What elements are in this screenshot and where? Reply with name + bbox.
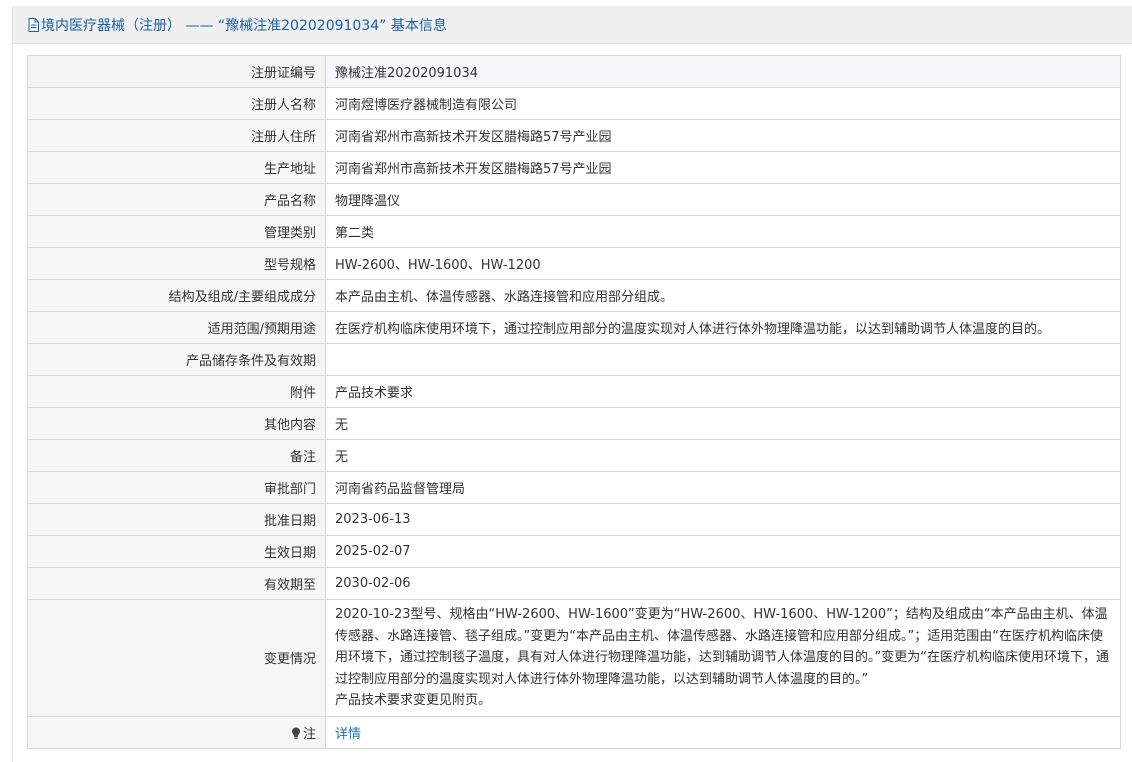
row-label: 变更情况 [27,599,326,717]
row-label: 备注 [27,439,326,472]
detail-panel: 境内医疗器械（注册） —— “豫械注准20202091034” 基本信息 注册证… [12,6,1132,762]
row-value: 河南省郑州市高新技术开发区腊梅路57号产业园 [325,151,1121,184]
table-row: 注册人住所 河南省郑州市高新技术开发区腊梅路57号产业园 [27,119,1121,152]
footnote-row: 注 详情 [27,715,1121,749]
page-title: 境内医疗器械（注册） —— “豫械注准20202091034” 基本信息 [41,17,447,34]
row-value [325,343,1121,376]
row-label: 批准日期 [27,503,326,536]
row-label: 附件 [27,375,326,408]
row-value: 第二类 [325,215,1121,248]
row-value: 2030-02-06 [325,567,1121,600]
row-label: 注册人名称 [27,87,326,120]
row-value: 物理降温仪 [325,183,1121,216]
footnote-value: 详情 [325,715,1121,749]
row-value: 无 [325,407,1121,440]
row-label: 注册证编号 [27,55,326,88]
row-label: 型号规格 [27,247,326,280]
table-row: 注册证编号 豫械注准20202091034 [27,55,1121,88]
row-label: 适用范围/预期用途 [27,311,326,344]
table-row: 型号规格 HW-2600、HW-1600、HW-1200 [27,247,1121,280]
footnote-label-text: 注 [302,726,316,742]
details-link[interactable]: 详情 [335,727,361,742]
row-label: 产品名称 [27,183,326,216]
row-label: 结构及组成/主要组成成分 [27,279,326,312]
row-value: 本产品由主机、体温传感器、水路连接管和应用部分组成。 [325,279,1121,312]
row-value: HW-2600、HW-1600、HW-1200 [325,247,1121,280]
change-history-note: 产品技术要求变更见附页。 [335,693,492,708]
row-value: 2023-06-13 [325,503,1121,536]
row-label: 生产地址 [27,151,326,184]
info-table: 注册证编号 豫械注准20202091034 注册人名称 河南煜博医疗器械制造有限… [27,55,1121,749]
table-row: 生产地址 河南省郑州市高新技术开发区腊梅路57号产业园 [27,151,1121,184]
table-row: 产品名称 物理降温仪 [27,183,1121,216]
change-history-row: 变更情况 2020-10-23型号、规格由“HW-2600、HW-1600”变更… [27,599,1121,717]
document-icon [28,17,39,32]
lightbulb-icon [291,727,300,739]
row-label: 审批部门 [27,471,326,504]
row-value: 产品技术要求 [325,375,1121,408]
row-label: 其他内容 [27,407,326,440]
change-history-text: 2020-10-23型号、规格由“HW-2600、HW-1600”变更为“HW-… [335,607,1109,687]
row-label: 产品储存条件及有效期 [27,343,326,376]
table-row: 附件 产品技术要求 [27,375,1121,408]
row-value: 河南省郑州市高新技术开发区腊梅路57号产业园 [325,119,1121,152]
table-row: 注册人名称 河南煜博医疗器械制造有限公司 [27,87,1121,120]
row-value: 河南省药品监督管理局 [325,471,1121,504]
row-value: 2025-02-07 [325,535,1121,568]
table-row: 批准日期 2023-06-13 [27,503,1121,536]
row-value: 在医疗机构临床使用环境下，通过控制应用部分的温度实现对人体进行体外物理降温功能，… [325,311,1121,344]
row-value: 豫械注准20202091034 [325,55,1121,88]
table-row: 审批部门 河南省药品监督管理局 [27,471,1121,504]
panel-header: 境内医疗器械（注册） —— “豫械注准20202091034” 基本信息 [13,6,1132,44]
table-row: 生效日期 2025-02-07 [27,535,1121,568]
row-label: 管理类别 [27,215,326,248]
change-history-value: 2020-10-23型号、规格由“HW-2600、HW-1600”变更为“HW-… [325,599,1121,717]
table-row: 适用范围/预期用途 在医疗机构临床使用环境下，通过控制应用部分的温度实现对人体进… [27,311,1121,344]
row-label: 注册人住所 [27,119,326,152]
row-value: 河南煜博医疗器械制造有限公司 [325,87,1121,120]
table-row: 产品储存条件及有效期 [27,343,1121,376]
table-row: 有效期至 2030-02-06 [27,567,1121,600]
table-row: 结构及组成/主要组成成分 本产品由主机、体温传感器、水路连接管和应用部分组成。 [27,279,1121,312]
row-label: 生效日期 [27,535,326,568]
table-row: 管理类别 第二类 [27,215,1121,248]
table-row: 备注 无 [27,439,1121,472]
row-label: 有效期至 [27,567,326,600]
footnote-label: 注 [27,715,326,749]
table-row: 其他内容 无 [27,407,1121,440]
row-value: 无 [325,439,1121,472]
